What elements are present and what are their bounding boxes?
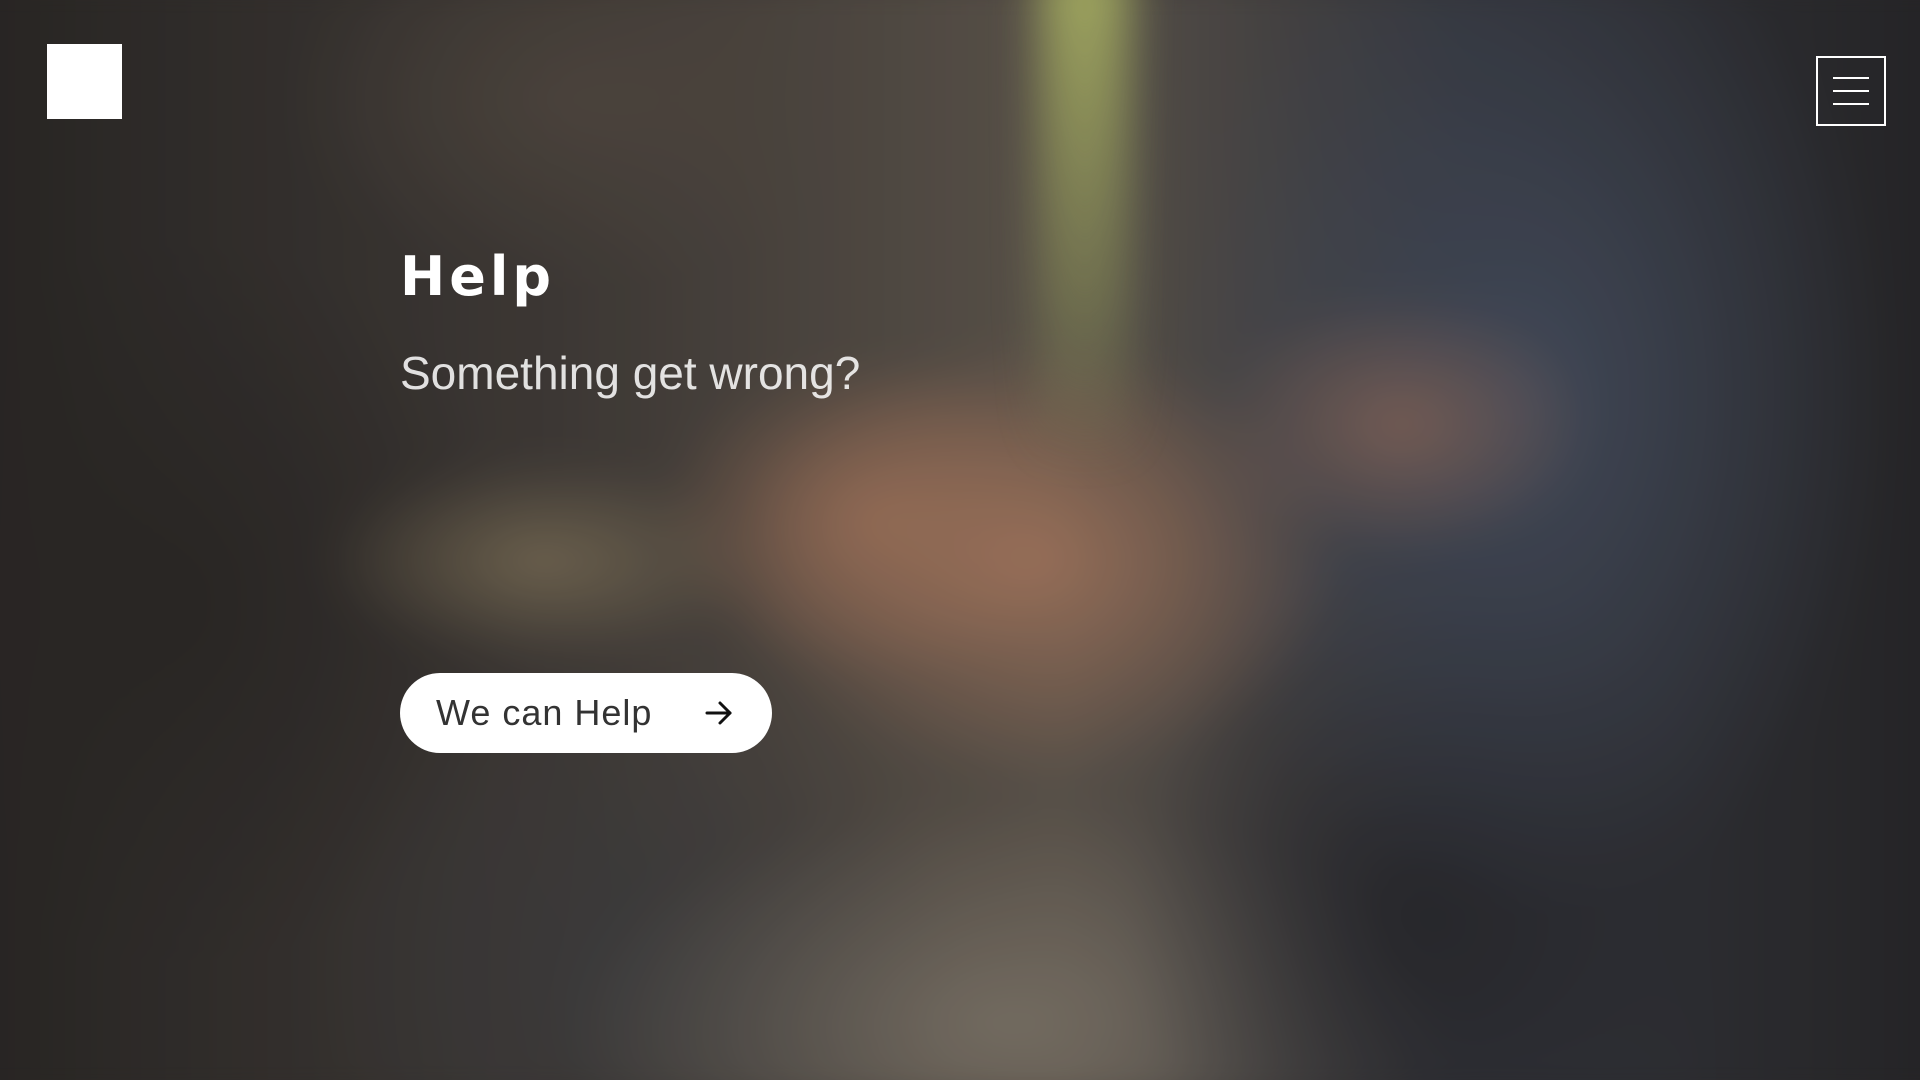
we-can-help-button[interactable]: We can Help (400, 673, 772, 753)
hamburger-menu-icon (1833, 77, 1869, 105)
page: Help Something get wrong? We can Help (0, 0, 1920, 1080)
menu-button[interactable] (1816, 56, 1886, 126)
page-subtitle: Something get wrong? (400, 347, 861, 399)
logo[interactable] (47, 44, 122, 119)
hero-section: Help Something get wrong? (400, 250, 1300, 399)
arrow-right-icon (705, 701, 732, 725)
background-overlay (0, 0, 1920, 1080)
cta-label: We can Help (436, 692, 653, 733)
page-title: Help (400, 245, 555, 308)
